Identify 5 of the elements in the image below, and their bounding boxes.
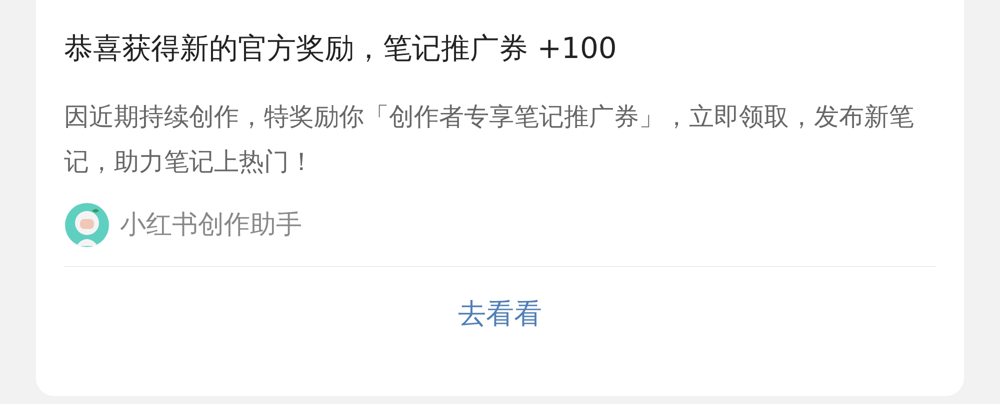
notification-message: 因近期持续创作，特奖励你「创作者专享笔记推广券」，立即领取，发布新笔记，助力笔记上热门！ xyxy=(64,101,915,178)
notification-title: 恭喜获得新的官方奖励，笔记推广券 +100 xyxy=(64,30,618,67)
avatar-icon xyxy=(64,202,110,248)
view-button[interactable]: 去看看 xyxy=(450,289,550,339)
sender-name: 小红书创作助手 xyxy=(120,208,302,242)
